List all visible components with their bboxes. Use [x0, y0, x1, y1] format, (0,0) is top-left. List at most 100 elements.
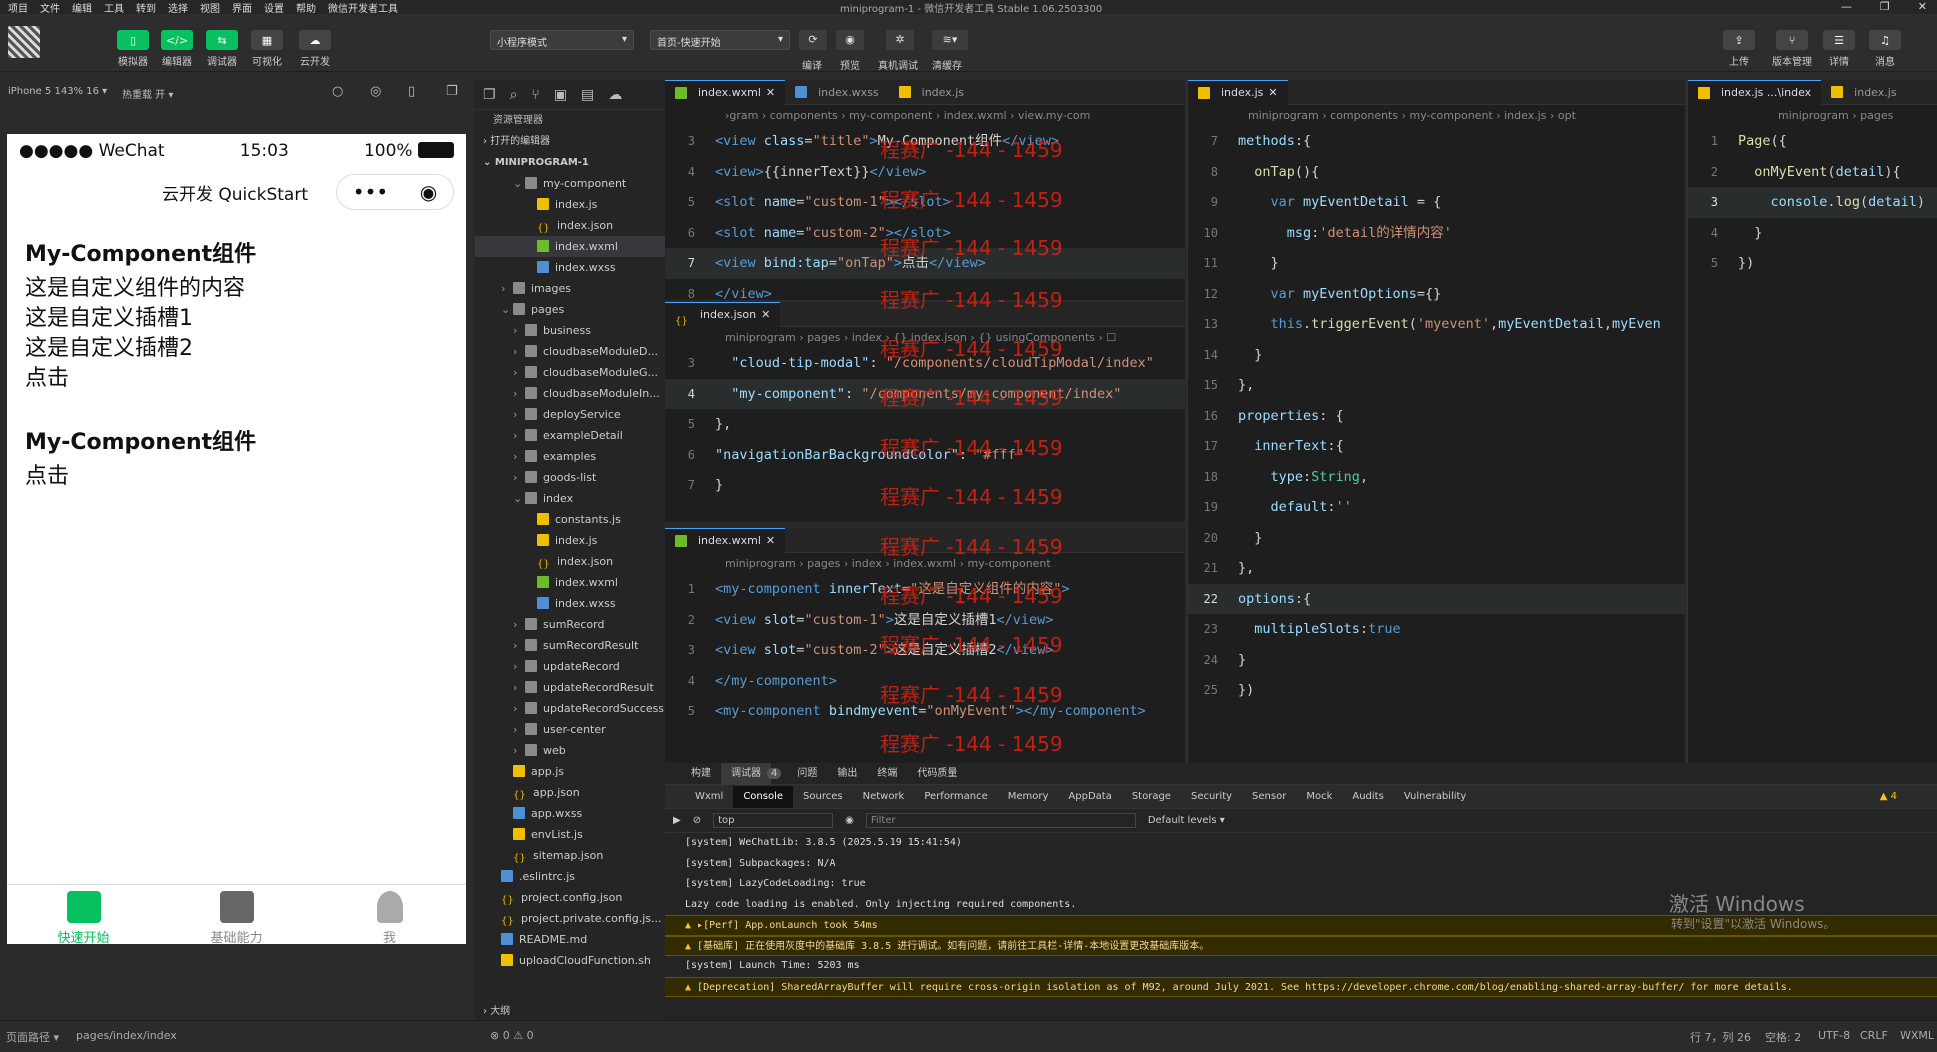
code-line[interactable]: 21}, — [1188, 553, 1685, 584]
mode-select[interactable]: 小程序模式 — [490, 30, 634, 50]
code-line[interactable]: 23 multipleSlots:true — [1188, 614, 1685, 645]
line-ending[interactable]: CRLF — [1860, 1029, 1888, 1042]
avatar[interactable] — [8, 26, 40, 58]
code-area[interactable]: 7 methods:{8 onTap(){9 var myEventDetail … — [1188, 126, 1685, 706]
code-line[interactable]: 7} — [665, 470, 1185, 501]
tree-item[interactable]: › updateRecordSuccess — [475, 698, 665, 719]
tree-item[interactable]: index.wxss — [475, 257, 665, 278]
code-line[interactable]: 7 <view bind:tap="onTap">点击</view> — [665, 248, 1185, 279]
code-line[interactable]: 19 default:'' — [1188, 492, 1685, 523]
compile-button[interactable]: ⟳ — [799, 30, 827, 50]
upload-button[interactable]: ⇪ 上传 — [1720, 30, 1758, 68]
code-line[interactable]: 16 properties: { — [1188, 401, 1685, 432]
clear-icon[interactable]: ⊘ — [693, 815, 701, 826]
code-line[interactable]: 18 type:String, — [1188, 462, 1685, 493]
menu-item[interactable]: 视图 — [200, 0, 220, 15]
tree-item[interactable]: app.js — [475, 761, 665, 782]
tab-quickstart[interactable]: 快速开始 — [24, 885, 144, 944]
tab-index-json[interactable]: {} index.json ✕ — [665, 301, 781, 327]
tree-item[interactable]: › user-center — [475, 719, 665, 740]
devtools-tab[interactable]: Security — [1181, 786, 1242, 808]
tree-item[interactable]: › cloudbaseModuleG... — [475, 362, 665, 383]
window-icon[interactable]: ❐ — [446, 84, 458, 99]
tree-item[interactable]: › cloudbaseModuleIn... — [475, 383, 665, 404]
tree-item[interactable]: {} app.json — [475, 782, 665, 803]
devtools-tab[interactable]: Mock — [1296, 786, 1342, 808]
code-area[interactable]: 1 Page({2 onMyEvent(detail){3 console.log… — [1688, 126, 1937, 279]
realdebug-button[interactable]: ✲ — [886, 30, 914, 50]
code-line[interactable]: 12 var myEventOptions={} — [1188, 279, 1685, 310]
tree-item[interactable]: {} index.json — [475, 551, 665, 572]
eye-icon[interactable]: ◉ — [845, 815, 854, 826]
search-icon[interactable]: ⌕ — [510, 87, 518, 103]
tab-index-js-page[interactable]: index.js ...\index — [1688, 79, 1822, 105]
sidebar-toggle-icon[interactable]: ▶ — [673, 815, 681, 826]
code-line[interactable]: 2 <view slot="custom-1">这是自定义插槽1</view> — [665, 605, 1185, 636]
record-icon[interactable]: ◎ — [370, 84, 381, 99]
devtools-tab[interactable]: Network — [853, 786, 915, 808]
tree-item[interactable]: › web — [475, 740, 665, 761]
tab-index-wxml[interactable]: index.wxml ✕ — [665, 527, 786, 553]
editor-button[interactable]: </> 编辑器 — [158, 30, 196, 68]
clearcache-button[interactable]: ≋▾ — [932, 30, 968, 50]
tab-index-js[interactable]: index.js ✕ — [1188, 79, 1288, 105]
extensions-icon[interactable]: ▣ — [554, 87, 567, 103]
code-line[interactable]: 4 <view>{{innerText}}</view> — [665, 157, 1185, 188]
tree-item[interactable]: ⌄ index — [475, 488, 665, 509]
tree-item[interactable]: index.js — [475, 530, 665, 551]
devtools-tab[interactable]: Wxml — [685, 786, 733, 808]
tree-item[interactable]: index.js — [475, 194, 665, 215]
tree-item[interactable]: ⌄ my-component — [475, 173, 665, 194]
cloud-icon[interactable]: ☁ — [608, 87, 622, 103]
tab-index-js[interactable]: index.js — [889, 80, 974, 105]
tree-item[interactable]: {} index.json — [475, 215, 665, 236]
visual-button[interactable]: ▦ 可视化 — [248, 30, 286, 68]
language-mode[interactable]: WXML — [1900, 1029, 1934, 1042]
code-line[interactable]: 24} — [1188, 645, 1685, 676]
filter-input[interactable]: Filter — [865, 813, 1136, 828]
code-line[interactable]: 1 Page({ — [1688, 126, 1937, 157]
tree-item[interactable]: index.wxml — [475, 572, 665, 593]
code-line[interactable]: 7 methods:{ — [1188, 126, 1685, 157]
tree-item[interactable]: README.md — [475, 929, 665, 950]
tree-item[interactable]: ⌄ pages — [475, 299, 665, 320]
code-line[interactable]: 4 "my-component": "/components/my-compon… — [665, 378, 1185, 409]
code-line[interactable]: 10 msg:'detail的详情内容' — [1188, 218, 1685, 249]
devtools-tab[interactable]: Sensor — [1242, 786, 1296, 808]
panel-tab[interactable]: 问题 — [787, 763, 827, 785]
menu-item[interactable]: 设置 — [264, 0, 284, 15]
tree-item[interactable]: .eslintrc.js — [475, 866, 665, 887]
open-editors-section[interactable]: › 打开的编辑器 — [475, 131, 665, 152]
devtools-tab[interactable]: Storage — [1122, 786, 1181, 808]
code-line[interactable]: 2 onMyEvent(detail){ — [1688, 157, 1937, 188]
code-line[interactable]: 14 } — [1188, 340, 1685, 371]
tree-item[interactable]: › business — [475, 320, 665, 341]
cursor-position[interactable]: 行 7，列 26 — [1690, 1029, 1751, 1045]
menu-item[interactable]: 文件 — [40, 0, 60, 15]
page-path-label[interactable]: 页面路径 ▾ — [6, 1029, 59, 1045]
tree-item[interactable]: {} project.config.json — [475, 887, 665, 908]
code-line[interactable]: 17 innerText:{ — [1188, 431, 1685, 462]
code-line[interactable]: 3 <view slot="custom-2">这是自定义插槽2</view> — [665, 635, 1185, 666]
tree-item[interactable]: {} sitemap.json — [475, 845, 665, 866]
tree-item[interactable]: envList.js — [475, 824, 665, 845]
code-line[interactable]: 5}, — [665, 409, 1185, 440]
tab-index-wxml[interactable]: index.wxml ✕ — [665, 79, 786, 105]
devtools-tab[interactable]: Memory — [998, 786, 1059, 808]
device-select[interactable]: iPhone 5 143% 16 ▾ — [8, 86, 107, 97]
tap-view[interactable]: 点击 — [25, 364, 448, 394]
debugger-button[interactable]: ⇆ 调试器 — [203, 30, 241, 68]
project-section[interactable]: ⌄ MINIPROGRAM-1 — [475, 152, 665, 173]
code-line[interactable]: 3 "cloud-tip-modal": "/components/cloudT… — [665, 348, 1185, 379]
maximize-icon[interactable]: ❐ — [1880, 0, 1890, 13]
menu-item[interactable]: 界面 — [232, 0, 252, 15]
tree-item[interactable]: constants.js — [475, 509, 665, 530]
menu-item[interactable]: 微信开发者工具 — [328, 0, 398, 15]
tree-item[interactable]: › sumRecord — [475, 614, 665, 635]
code-line[interactable]: 5}) — [1688, 248, 1937, 279]
tree-item[interactable]: › updateRecord — [475, 656, 665, 677]
tree-item[interactable]: uploadCloudFunction.sh — [475, 950, 665, 971]
levels-select[interactable]: Default levels ▾ — [1148, 815, 1225, 826]
tap-view[interactable]: 点击 — [25, 462, 448, 492]
tree-item[interactable]: › goods-list — [475, 467, 665, 488]
